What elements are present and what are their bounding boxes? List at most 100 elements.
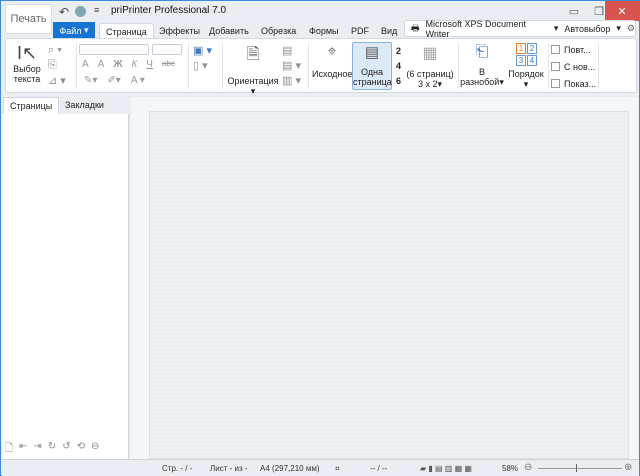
tab-pages[interactable]: Страницы: [3, 97, 60, 114]
shuffle-button[interactable]: ⎗ В разнобой▾: [460, 43, 504, 87]
tab-forms[interactable]: Формы: [303, 23, 345, 39]
minimize-button[interactable]: ▭: [561, 1, 587, 21]
printer-selector[interactable]: 🖶 Microsoft XPS Document Writer ▾ Автовыб…: [404, 19, 636, 39]
two-pages-button[interactable]: 2: [396, 44, 401, 59]
repeat-checkbox[interactable]: Повт...: [551, 41, 596, 58]
layout-icon[interactable]: ▤ ▾: [282, 59, 301, 72]
original-icon: ⌖: [327, 43, 337, 60]
zoom-level: 58%: [502, 464, 519, 473]
one-page-label-2: страница: [353, 77, 392, 87]
status-paper: A4 (297,210 мм): [260, 464, 320, 473]
import-icon[interactable]: ⇤: [19, 441, 27, 458]
status-page: Стр. - / -: [162, 464, 193, 473]
app-window: Печать ↶ ≡ priPrinter Professional 7.0 ▭…: [0, 0, 640, 476]
measure-icon[interactable]: ⊿ ▾: [48, 74, 66, 87]
tab-pdf[interactable]: PDF: [345, 23, 375, 39]
zoom-out-icon[interactable]: ⊖: [91, 441, 99, 458]
tab-view[interactable]: Вид: [375, 23, 403, 39]
checkbox-label: Показ...: [564, 78, 597, 89]
gear-icon[interactable]: ⚙: [627, 23, 635, 34]
rotate-both-icon[interactable]: ⟲: [77, 441, 85, 458]
grow-font-button[interactable]: A: [82, 59, 89, 70]
undo-icon[interactable]: ↶: [59, 5, 69, 19]
tab-effects[interactable]: Эффекты: [153, 23, 206, 39]
printer-mode[interactable]: Автовыбор: [564, 24, 610, 34]
underline-button[interactable]: Ч: [146, 59, 153, 70]
select-text-button[interactable]: I↖ Выбор текста: [10, 43, 44, 84]
status-position: -- / --: [370, 464, 388, 473]
zoom-slider-thumb[interactable]: [576, 464, 577, 472]
checkbox-label: Повт...: [564, 44, 591, 55]
shrink-font-button[interactable]: A: [98, 59, 105, 70]
grid-icon: ▦: [422, 45, 438, 62]
order-number: 2: [527, 43, 537, 54]
show-checkbox[interactable]: Показ...: [551, 75, 596, 92]
checkbox-label: С нов...: [564, 61, 596, 72]
ribbon: I↖ Выбор текста ⌕ ▾ ⎘ ⊿ ▾ A A Ж К Ч abc …: [5, 38, 637, 96]
close-button[interactable]: ✕: [605, 1, 639, 21]
printer-name[interactable]: Microsoft XPS Document Writer: [426, 19, 548, 39]
orientation-label: Ориентация: [227, 76, 279, 86]
status-sheet: Лист - из -: [210, 464, 248, 473]
window-title: priPrinter Professional 7.0: [111, 5, 227, 16]
text-box-icon[interactable]: ▣ ▾: [193, 44, 212, 57]
six-pages-button[interactable]: 6: [396, 74, 401, 89]
view-mode-icons[interactable]: ▰ ▮ ▤ ▥ ▦ ▦: [420, 464, 472, 473]
rotate-left-icon[interactable]: ↺: [62, 441, 70, 458]
color-icon[interactable]: [75, 6, 86, 17]
file-label: Файл: [59, 25, 82, 36]
one-page-button[interactable]: ▤ Одна страница: [352, 42, 392, 90]
tab-bookmarks[interactable]: Закладки: [59, 97, 110, 114]
font-size-combo[interactable]: [152, 44, 182, 55]
one-page-label: Одна: [360, 67, 384, 77]
six-pages-layout-button[interactable]: ▦ (6 страниц) 3 x 2▾: [406, 43, 454, 89]
marker-icon[interactable]: ✐▾: [107, 75, 120, 86]
select-text-label: Выбор: [13, 64, 41, 74]
six-pages-grid-label: 3 x 2: [417, 79, 438, 89]
italic-button[interactable]: К: [131, 59, 137, 70]
columns-icon[interactable]: ▥ ▾: [282, 74, 301, 87]
file-menu-button[interactable]: Файл ▾: [53, 22, 95, 39]
order-number: 4: [527, 55, 537, 66]
tab-add[interactable]: Добавить: [203, 23, 255, 39]
order-number: 3: [516, 55, 526, 66]
zoom-out-button[interactable]: ⊖: [524, 462, 532, 473]
margins-icon[interactable]: ▤: [282, 44, 292, 57]
export-icon[interactable]: ⇥: [33, 441, 41, 458]
orientation-button[interactable]: 🗎 Ориентация ▾: [226, 43, 280, 96]
shuffle-label-2: разнобой: [460, 77, 500, 87]
printer-icon: 🖶: [411, 22, 420, 33]
add-page-icon[interactable]: 🗋: [5, 441, 13, 458]
font-color-button[interactable]: A ▾: [131, 75, 145, 86]
original-button[interactable]: ⌖ Исходное: [312, 43, 352, 79]
page-preview[interactable]: [149, 111, 629, 459]
page-icon[interactable]: ▯ ▾: [193, 59, 208, 72]
order-number: 1: [516, 43, 526, 54]
zoom-in-button[interactable]: ⊕: [624, 462, 632, 473]
orientation-icon: 🗎: [246, 46, 260, 63]
six-pages-label: (6 страниц): [406, 69, 454, 79]
four-pages-button[interactable]: 4: [396, 59, 401, 74]
tab-crop[interactable]: Обрезка: [255, 23, 302, 39]
print-button[interactable]: Печать: [5, 4, 52, 34]
shuffle-label: В: [478, 67, 485, 77]
find-icon[interactable]: ⌕ ▾: [48, 44, 62, 57]
font-color-label: A: [130, 75, 137, 86]
highlight-icon[interactable]: ✎▾: [84, 75, 97, 86]
select-text-label-2: текста: [13, 74, 41, 84]
snapshot-icon[interactable]: ⎘: [48, 59, 57, 72]
bold-button[interactable]: Ж: [113, 59, 122, 70]
one-page-icon: ▤: [364, 44, 380, 61]
shuffle-icon: ⎗: [475, 43, 489, 60]
quick-access-menu-icon[interactable]: ≡: [94, 5, 99, 15]
cursor-icon: I↖: [16, 43, 38, 63]
tab-page[interactable]: Страница: [99, 23, 154, 39]
pages-panel: 🗋 ⇤ ⇥ ↻ ↺ ⟲ ⊖: [2, 114, 129, 459]
zoom-slider[interactable]: [538, 468, 622, 469]
order-button[interactable]: 1 2 3 4 Порядок ▾: [506, 43, 546, 89]
strike-button[interactable]: abc: [162, 59, 175, 70]
new-page-checkbox[interactable]: С нов...: [551, 58, 596, 75]
font-name-combo[interactable]: [79, 44, 149, 55]
position-icon: ⌗: [335, 464, 340, 473]
rotate-right-icon[interactable]: ↻: [48, 441, 56, 458]
